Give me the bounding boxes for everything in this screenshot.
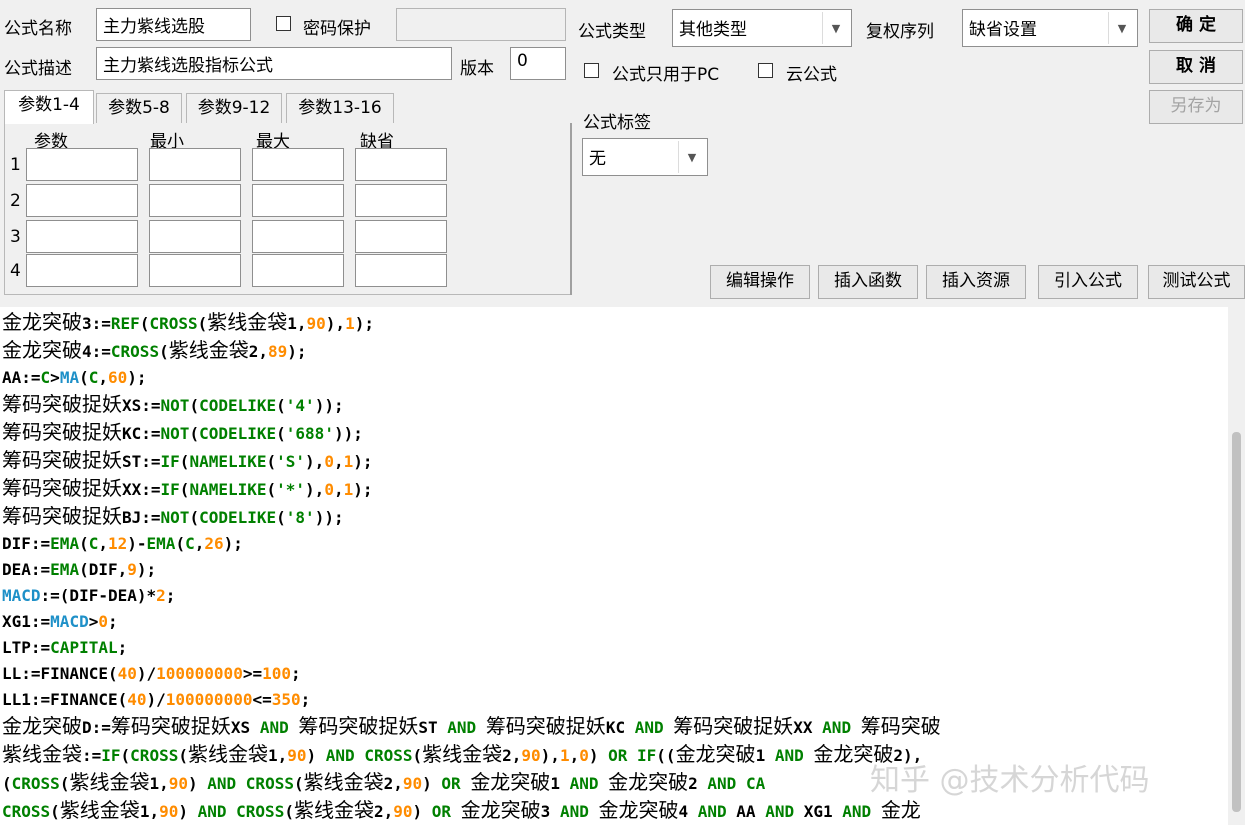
adjust-series-label: 复权序列: [866, 22, 934, 42]
code-line: 筹码突破捉妖BJ:=NOT(CODELIKE('8'));: [2, 504, 344, 528]
code-line: XG1:=MACD>0;: [2, 612, 118, 631]
code-line: 筹码突破捉妖ST:=IF(NAMELIKE('S'),0,1);: [2, 448, 373, 472]
formula-tag-label: 公式标签: [583, 113, 651, 133]
formula-code: 金龙突破3:=REF(CROSS(紫线金袋1,90),1); 金龙突破4:=CRO…: [2, 309, 941, 825]
insert-function-button[interactable]: 插入函数: [818, 265, 918, 299]
param-row-number: 3: [10, 227, 21, 247]
import-formula-button[interactable]: 引入公式: [1038, 265, 1138, 299]
cloud-formula-checkbox[interactable]: [758, 63, 773, 78]
formula-type-value: 其他类型: [679, 20, 747, 40]
code-line: DEA:=EMA(DIF,9);: [2, 560, 157, 579]
param-row-number: 2: [10, 191, 21, 211]
chevron-down-icon[interactable]: ▼: [1108, 12, 1135, 44]
adjust-series-value: 缺省设置: [969, 20, 1037, 40]
formula-tag-value: 无: [589, 149, 606, 169]
param-default-input[interactable]: [355, 220, 447, 253]
param-row-number: 4: [10, 261, 21, 281]
code-line: 筹码突破捉妖XS:=NOT(CODELIKE('4'));: [2, 392, 344, 416]
param-min-input[interactable]: [149, 148, 241, 181]
tab-params-1-4[interactable]: 参数1-4: [4, 90, 94, 124]
code-line: 金龙突破D:=筹码突破捉妖XS AND 筹码突破捉妖ST AND 筹码突破捉妖K…: [2, 714, 941, 738]
code-line: LTP:=CAPITAL;: [2, 638, 128, 657]
formula-name-label: 公式名称: [4, 19, 72, 39]
code-line: 金龙突破3:=REF(CROSS(紫线金袋1,90),1);: [2, 310, 374, 334]
param-name-input[interactable]: [26, 184, 138, 217]
version-input[interactable]: 0: [510, 47, 566, 80]
param-min-input[interactable]: [149, 184, 241, 217]
scrollbar-thumb[interactable]: [1232, 432, 1241, 812]
watermark: 知乎 @技术分析代码: [870, 763, 1150, 798]
test-formula-button[interactable]: 测试公式: [1148, 265, 1245, 299]
pc-only-label: 公式只用于PC: [612, 65, 720, 85]
param-max-input[interactable]: [252, 148, 344, 181]
formula-type-select[interactable]: 其他类型 ▼: [672, 9, 852, 47]
param-max-input[interactable]: [252, 184, 344, 217]
adjust-series-select[interactable]: 缺省设置 ▼: [962, 9, 1138, 47]
param-row-number: 1: [10, 155, 21, 175]
param-name-input[interactable]: [26, 254, 138, 287]
code-line: 金龙突破4:=CROSS(紫线金袋2,89);: [2, 338, 307, 362]
code-line: 紫线金袋:=IF(CROSS(紫线金袋1,90) AND CROSS(紫线金袋2…: [2, 742, 923, 766]
param-default-input[interactable]: [355, 184, 447, 217]
password-protect-checkbox[interactable]: [276, 16, 291, 31]
pc-only-checkbox[interactable]: [584, 63, 599, 78]
password-input[interactable]: [396, 8, 566, 41]
param-min-input[interactable]: [149, 254, 241, 287]
code-line: 筹码突破捉妖KC:=NOT(CODELIKE('688'));: [2, 420, 363, 444]
formula-name-input[interactable]: 主力紫线选股: [96, 8, 251, 41]
param-max-input[interactable]: [252, 220, 344, 253]
code-line: LL1:=FINANCE(40)/100000000<=350;: [2, 690, 311, 709]
insert-resource-button[interactable]: 插入资源: [926, 265, 1026, 299]
editor-vertical-scrollbar[interactable]: [1228, 307, 1245, 825]
param-max-input[interactable]: [252, 254, 344, 287]
code-line: MACD:=(DIF-DEA)*2;: [2, 586, 176, 605]
param-name-input[interactable]: [26, 148, 138, 181]
version-label: 版本: [460, 59, 494, 79]
param-name-input[interactable]: [26, 220, 138, 253]
chevron-down-icon[interactable]: ▼: [822, 12, 849, 44]
tab-params-9-12[interactable]: 参数9-12: [186, 93, 282, 123]
formula-type-label: 公式类型: [578, 22, 646, 42]
params-panel-divider: [570, 123, 572, 295]
edit-operations-button[interactable]: 编辑操作: [710, 265, 810, 299]
param-default-input[interactable]: [355, 148, 447, 181]
password-protect-label: 密码保护: [303, 19, 371, 39]
tab-params-5-8[interactable]: 参数5-8: [96, 93, 182, 123]
code-line: 筹码突破捉妖XX:=IF(NAMELIKE('*'),0,1);: [2, 476, 373, 500]
param-default-input[interactable]: [355, 254, 447, 287]
code-line: (CROSS(紫线金袋1,90) AND CROSS(紫线金袋2,90) OR …: [2, 770, 766, 794]
code-line: LL:=FINANCE(40)/100000000>=100;: [2, 664, 301, 683]
cancel-button[interactable]: 取 消: [1149, 50, 1243, 84]
tab-params-13-16[interactable]: 参数13-16: [286, 93, 394, 123]
save-as-button[interactable]: 另存为: [1149, 90, 1243, 124]
code-line: AA:=C>MA(C,60);: [2, 368, 147, 387]
chevron-down-icon[interactable]: ▼: [678, 141, 705, 173]
param-min-input[interactable]: [149, 220, 241, 253]
cloud-formula-label: 云公式: [786, 65, 837, 85]
ok-button[interactable]: 确 定: [1149, 9, 1243, 43]
formula-code-editor[interactable]: 金龙突破3:=REF(CROSS(紫线金袋1,90),1); 金龙突破4:=CRO…: [0, 307, 1228, 825]
code-line: DIF:=EMA(C,12)-EMA(C,26);: [2, 534, 243, 553]
code-line: CROSS(紫线金袋1,90) AND CROSS(紫线金袋2,90) OR 金…: [2, 798, 921, 822]
formula-desc-label: 公式描述: [4, 59, 72, 79]
formula-tag-select[interactable]: 无 ▼: [582, 138, 708, 176]
formula-desc-input[interactable]: 主力紫线选股指标公式: [96, 47, 452, 80]
